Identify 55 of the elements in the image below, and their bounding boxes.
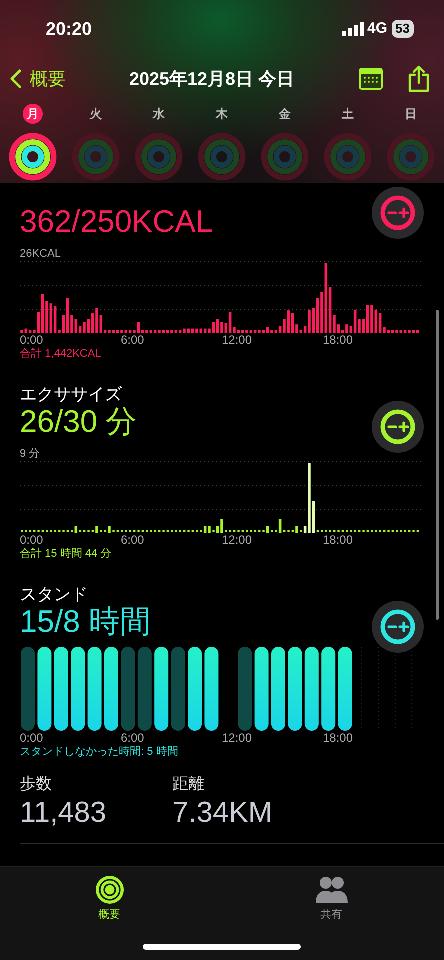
time-axis-label: 18:00 — [323, 533, 354, 547]
time-axis-label: 12:00 — [222, 731, 254, 745]
back-chevron-icon — [10, 69, 22, 89]
battery-level: 53 — [392, 20, 414, 38]
time-axis-label: 6:00 — [121, 533, 146, 547]
time-axis-label: 12:00 — [222, 333, 254, 347]
time-axis-label: 6:00 — [121, 333, 146, 347]
tab-bar-item[interactable]: 共有 — [314, 875, 350, 960]
tab-bar-item[interactable]: 概要 — [94, 875, 124, 960]
calendar-icon[interactable] — [358, 67, 384, 91]
goal-value: 15/8 時間 — [20, 605, 151, 639]
summary-text: 合計 15 時間 44 分 — [20, 547, 113, 561]
exercise-bar — [96, 526, 98, 533]
goal-value: 26/30 分 — [20, 405, 138, 439]
adjust-goal-button[interactable] — [372, 601, 424, 653]
summary-text: 合計 1,442KCAL — [20, 347, 102, 361]
goal-value: 362/250KCAL — [20, 205, 214, 239]
day-label[interactable]: 火 — [86, 104, 106, 124]
status-time: 20:20 — [46, 18, 92, 40]
axis-max-label: 9 分 — [20, 447, 42, 461]
share-icon[interactable] — [408, 65, 430, 93]
time-axis-label: 12:00 — [222, 533, 254, 547]
stat-value: 11,483 — [20, 797, 107, 829]
time-axis-label: 18:00 — [323, 333, 354, 347]
exercise-bar — [108, 526, 111, 533]
activity-rings-icon — [94, 875, 124, 905]
day-label[interactable]: 日 — [401, 104, 421, 124]
section-title: スタンド — [20, 585, 89, 605]
people-icon — [314, 875, 350, 905]
summary-text: スタンドしなかった時間: 5 時間 — [20, 745, 180, 759]
day-label[interactable]: 金 — [275, 104, 295, 124]
stat-label: 距離 — [172, 775, 206, 795]
network-label: 4G — [368, 18, 388, 39]
activity-ring-icon[interactable] — [8, 132, 58, 182]
exercise-bar — [296, 526, 298, 533]
exercise-bar — [74, 526, 78, 533]
day-label[interactable]: 月 — [23, 104, 43, 124]
section-title: エクササイズ — [20, 385, 123, 405]
time-axis-label: 6:00 — [121, 731, 146, 745]
time-axis-label: 0:00 — [20, 731, 44, 745]
day-label[interactable]: 木 — [212, 104, 232, 124]
signal-icon — [342, 22, 364, 36]
time-axis-label: 0:00 — [20, 533, 44, 547]
day-label[interactable]: 土 — [338, 104, 358, 124]
exercise-bar — [278, 519, 282, 533]
axis-max-label: 26KCAL — [20, 247, 62, 261]
stat-value: 7.34KM — [172, 797, 272, 829]
day-label[interactable]: 水 — [149, 104, 169, 124]
date-title: 2025年12月8日 今日 — [129, 68, 295, 90]
stat-label: 歩数 — [20, 774, 53, 795]
time-axis-label: 0:00 — [20, 333, 44, 347]
adjust-goal-button[interactable] — [372, 401, 424, 453]
back-button[interactable]: 概要 — [10, 66, 66, 92]
exercise-bar — [266, 526, 270, 533]
time-axis-label: 18:00 — [323, 731, 354, 745]
